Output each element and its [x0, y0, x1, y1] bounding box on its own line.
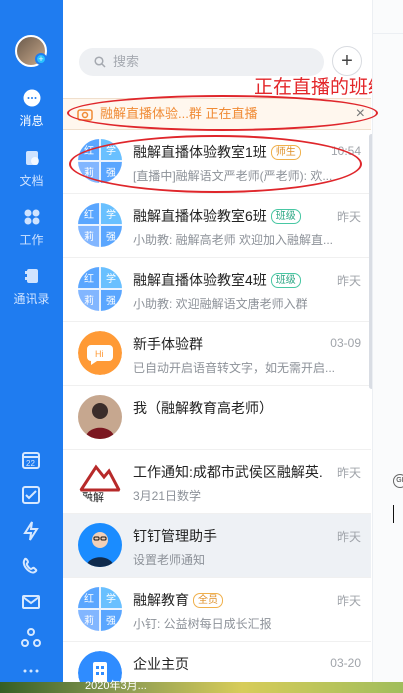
- contacts-icon: [24, 269, 38, 283]
- list-item[interactable]: 红学莉强 融解直播体验教室6班 班级 小助教: 融解高老师 欢迎加入融解直... …: [63, 194, 371, 258]
- conversation-time: 昨天: [336, 594, 361, 608]
- conversation-title: 工作通知:成都市武侯区融解英...: [133, 462, 323, 482]
- conversation-tag: 班级: [270, 273, 301, 288]
- svg-text:22: 22: [26, 459, 35, 468]
- svg-text:学: 学: [106, 272, 116, 285]
- list-item[interactable]: 钉钉管理助手 设置老师通知 昨天: [63, 514, 371, 578]
- svg-text:强: 强: [106, 231, 116, 243]
- check-icon[interactable]: [20, 484, 42, 506]
- svg-text:红: 红: [84, 592, 94, 605]
- message-icon: [23, 89, 40, 107]
- svg-text:学: 学: [106, 208, 116, 221]
- list-item[interactable]: 红学莉强 融解教育 全员 小钉: 公益树每日成长汇报 昨天: [63, 578, 371, 642]
- svg-text:莉: 莉: [84, 295, 94, 307]
- lightning-icon[interactable]: [20, 520, 42, 542]
- sidebar-item-label: 工作: [19, 233, 44, 247]
- avatar: Hi: [78, 331, 122, 375]
- conversation-title: 融解直播体验教室4班 班级: [133, 270, 323, 290]
- search-placeholder: 搜索: [113, 54, 140, 69]
- conversation-title: 融解教育 全员: [133, 590, 323, 610]
- conversation-title-text: 融解直播体验教室6班: [133, 208, 267, 224]
- svg-text:红: 红: [84, 208, 94, 221]
- conversation-time: 昨天: [336, 274, 361, 288]
- status-badge: +: [35, 53, 47, 65]
- conversation-time: 03-09: [330, 336, 361, 350]
- bottom-text: 2020年3月...: [85, 680, 147, 692]
- document-icon: [25, 151, 39, 165]
- calendar-icon[interactable]: 22: [20, 449, 42, 471]
- conversation-time: 昨天: [336, 210, 361, 224]
- svg-text:强: 强: [106, 295, 116, 307]
- avatar: 红学莉强: [78, 587, 122, 631]
- list-item[interactable]: Hi 新手体验群 已自动开启语音转文字，如无需开启... 03-09: [63, 322, 371, 386]
- avatar: [78, 395, 122, 439]
- text-cursor: [393, 505, 394, 523]
- svg-text:莉: 莉: [84, 231, 94, 243]
- list-item[interactable]: 我（融解教育高老师）: [63, 386, 371, 450]
- svg-text:强: 强: [106, 615, 116, 627]
- conversation-title-text: 我（融解教育高老师）: [133, 400, 273, 416]
- sidebar-item-contacts[interactable]: 通讯录: [0, 266, 63, 307]
- conversation-time: 03-20: [330, 656, 361, 670]
- sidebar-item-messages[interactable]: 消息: [0, 88, 63, 129]
- conversation-title-text: 企业主页: [133, 656, 189, 672]
- conversation-title: 我（融解教育高老师）: [133, 398, 323, 418]
- conversation-title-text: 工作通知:成都市武侯区融解英...: [133, 464, 323, 480]
- list-item[interactable]: 红学莉强 融解直播体验教室4班 班级 小助教: 欢迎融解语文唐老师入群 昨天: [63, 258, 371, 322]
- divider: [373, 33, 403, 34]
- app-root: + 消息 文档 工作 通讯录 22 搜索 + 正在直播的班级群 融解直播体验..…: [0, 0, 403, 693]
- svg-text:融解: 融解: [82, 490, 104, 503]
- mail-icon[interactable]: [20, 591, 42, 613]
- svg-text:学: 学: [106, 592, 116, 605]
- list-item[interactable]: 融解 工作通知:成都市武侯区融解英... 3月21日数学 昨天: [63, 450, 371, 514]
- highlight-ellipse-live-bar: [67, 95, 378, 131]
- work-icon: [24, 209, 39, 225]
- desktop-strip: [0, 682, 403, 693]
- avatar: [78, 523, 122, 567]
- conversation-time: 昨天: [336, 466, 361, 480]
- search-header: 搜索 + 正在直播的班级群: [63, 0, 403, 98]
- sidebar-item-label: 文档: [19, 174, 44, 188]
- svg-text:Hi: Hi: [95, 349, 104, 359]
- conversation-preview: 小助教: 融解高老师 欢迎加入融解直...: [133, 233, 334, 247]
- conversation-title-text: 融解教育: [133, 592, 189, 608]
- conversation-preview: 小钉: 公益树每日成长汇报: [133, 617, 272, 631]
- sidebar-item-documents[interactable]: 文档: [0, 148, 63, 189]
- conversation-preview: 小助教: 欢迎融解语文唐老师入群: [133, 297, 308, 311]
- conversation-title-text: 融解直播体验教室4班: [133, 272, 267, 288]
- right-panel: GI: [372, 0, 403, 693]
- search-icon: [94, 56, 106, 68]
- phone-video-icon[interactable]: [20, 555, 42, 577]
- svg-text:红: 红: [84, 272, 94, 285]
- conversation-title: 融解直播体验教室6班 班级: [133, 206, 323, 226]
- conversation-time: 昨天: [336, 530, 361, 544]
- more-icon[interactable]: [20, 660, 42, 682]
- highlight-ellipse-class-1: [69, 135, 362, 193]
- avatar: 融解: [78, 459, 122, 503]
- avatar-chip: GI: [393, 474, 403, 488]
- conversation-title: 企业主页: [133, 654, 323, 674]
- avatar: 红学莉强: [78, 203, 122, 247]
- conversation-tag: 全员: [193, 593, 223, 608]
- sidebar-item-label: 通讯录: [13, 292, 50, 306]
- conversation-title: 钉钉管理助手: [133, 526, 323, 546]
- conversation-tag: 班级: [270, 209, 301, 224]
- sidebar-item-label: 消息: [19, 114, 44, 128]
- svg-text:莉: 莉: [84, 615, 94, 627]
- conversation-title-text: 新手体验群: [133, 336, 203, 352]
- sidebar-item-work[interactable]: 工作: [0, 207, 63, 248]
- conversation-title: 新手体验群: [133, 334, 323, 354]
- left-sidebar: + 消息 文档 工作 通讯录 22: [0, 0, 63, 693]
- conversation-preview: 已自动开启语音转文字，如无需开启...: [133, 361, 336, 375]
- avatar: 红学莉强: [78, 267, 122, 311]
- connection-icon[interactable]: [20, 627, 42, 649]
- conversation-title-text: 钉钉管理助手: [133, 528, 217, 544]
- conversation-preview: 设置老师通知: [133, 553, 206, 567]
- conversation-preview: 3月21日数学: [133, 489, 202, 503]
